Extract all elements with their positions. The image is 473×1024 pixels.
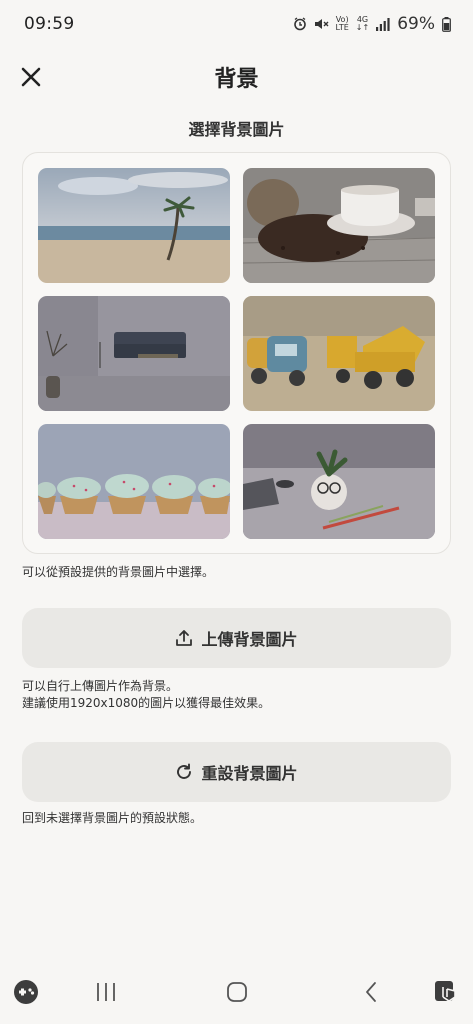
app-header: 背景 [0, 52, 473, 102]
data-4g-indicator: 4G ↓↑ [355, 15, 370, 32]
recent-apps-icon [97, 983, 115, 1001]
upload-icon [176, 630, 193, 646]
refresh-icon [177, 763, 192, 779]
status-icons: Vo) LTE 4G ↓↑ 69% [293, 14, 452, 34]
home-icon [227, 982, 247, 1002]
upload-background-button[interactable]: 上傳背景圖片 [22, 608, 451, 668]
hand-touch-icon [435, 981, 456, 1002]
close-button[interactable] [16, 60, 46, 94]
gamepad-icon [14, 980, 38, 1004]
toy-trucks-image [243, 296, 435, 411]
close-icon [21, 67, 41, 87]
living-room-image [38, 296, 230, 411]
gallery-title: 選擇背景圖片 [188, 120, 285, 139]
recent-apps-button[interactable] [93, 978, 119, 1006]
upload-button-label: 上傳背景圖片 [201, 630, 298, 649]
reset-background-button[interactable]: 重設背景圖片 [22, 742, 451, 802]
battery-icon [442, 16, 451, 32]
upload-helper-text: 可以自行上傳圖片作為背景。 建議使用1920x1080的圖片以獲得最佳效果。 [22, 678, 270, 712]
home-button[interactable] [224, 978, 250, 1006]
background-option-toys[interactable] [243, 296, 435, 411]
signal-icon [376, 17, 390, 31]
status-bar: 09:59 Vo) LTE 4G ↓↑ 69% [0, 0, 473, 48]
battery-percent: 69% [397, 14, 435, 34]
upload-helper-line2: 建議使用1920x1080的圖片以獲得最佳效果。 [22, 696, 271, 710]
accessibility-button[interactable] [432, 978, 460, 1006]
system-nav-bar [0, 968, 473, 1024]
reset-button-label: 重設背景圖片 [201, 764, 298, 783]
back-icon [366, 982, 376, 1002]
back-button[interactable] [358, 978, 384, 1006]
reset-helper-text: 回到未選擇背景圖片的預設狀態。 [22, 811, 203, 825]
beach-palm-image [38, 168, 230, 283]
background-option-beach[interactable] [38, 168, 230, 283]
page-title: 背景 [214, 67, 259, 92]
status-time: 09:59 [24, 14, 75, 34]
upload-helper-line1: 可以自行上傳圖片作為背景。 [22, 679, 179, 693]
alarm-icon [293, 17, 307, 31]
background-option-coffee[interactable] [243, 168, 435, 283]
background-option-cupcakes[interactable] [38, 424, 230, 539]
mute-icon [314, 17, 329, 31]
game-launcher-button[interactable] [12, 978, 40, 1006]
volte-indicator: Vo) LTE [335, 15, 349, 32]
coffee-beans-image [243, 168, 435, 283]
background-gallery [22, 152, 451, 554]
background-option-desk[interactable] [243, 424, 435, 539]
desk-plant-image [243, 424, 435, 539]
gallery-helper-text: 可以從預設提供的背景圖片中選擇。 [22, 565, 215, 579]
cupcakes-image [38, 424, 230, 539]
background-option-living-room[interactable] [38, 296, 230, 411]
